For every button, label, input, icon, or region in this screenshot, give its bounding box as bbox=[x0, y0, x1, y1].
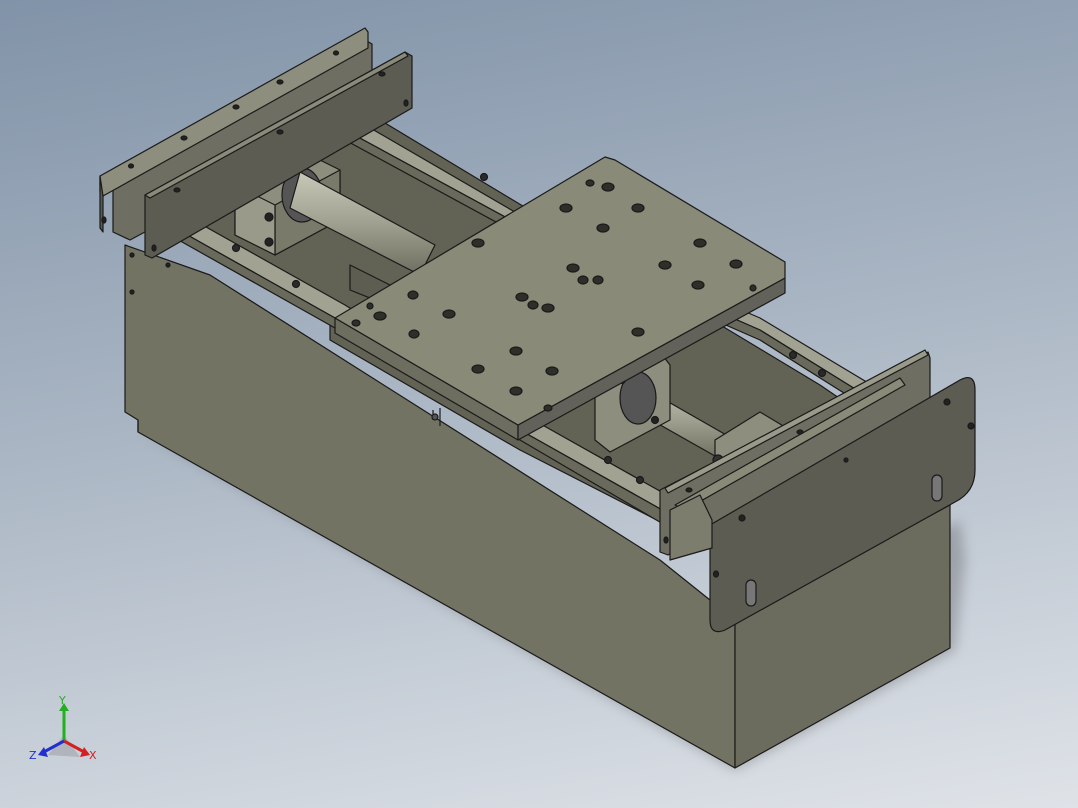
housing-screw-hole bbox=[431, 413, 439, 421]
front-plate-slot-right bbox=[931, 474, 943, 502]
cad-viewport[interactable]: Y X Z bbox=[0, 0, 1078, 808]
cad-model-linear-stage[interactable] bbox=[0, 0, 1078, 808]
coordinate-triad[interactable]: Y X Z bbox=[28, 695, 104, 770]
x-axis-label: X bbox=[89, 749, 97, 762]
front-plate-slot-left bbox=[745, 579, 757, 607]
z-axis-label: Z bbox=[29, 749, 37, 762]
y-axis-label: Y bbox=[59, 694, 66, 707]
